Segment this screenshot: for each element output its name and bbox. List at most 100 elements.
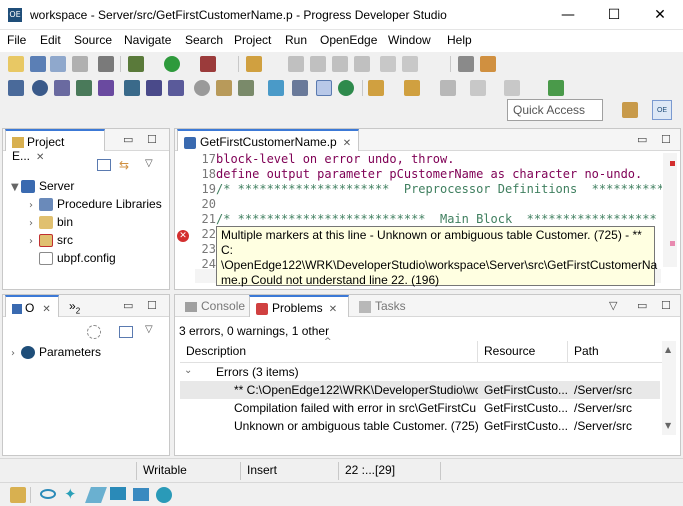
quick-access-input[interactable]: Quick Access bbox=[507, 99, 603, 121]
collapse-all-icon[interactable] bbox=[119, 326, 133, 338]
disconnect-icon[interactable] bbox=[380, 56, 396, 72]
link-icon[interactable] bbox=[316, 80, 332, 96]
expand-icon[interactable]: › bbox=[29, 236, 39, 247]
minimize-view-icon[interactable]: ▭ bbox=[637, 133, 647, 146]
code-line[interactable]: /* ************************** Main Block… bbox=[216, 212, 662, 226]
view-menu-icon[interactable]: ▽ bbox=[145, 324, 153, 335]
filter-icon[interactable] bbox=[87, 325, 101, 339]
tab-problems[interactable]: Problems ✕ bbox=[249, 295, 349, 317]
view-menu-icon[interactable]: ▽ bbox=[145, 158, 153, 169]
tree-item-ubpf-config[interactable]: ubpf.config bbox=[29, 251, 116, 266]
monitor-icon[interactable] bbox=[110, 487, 126, 500]
next-annotation-icon[interactable] bbox=[368, 80, 384, 96]
close-icon[interactable]: ✕ bbox=[329, 304, 337, 315]
menu-file[interactable]: File bbox=[7, 33, 26, 47]
collapse-icon[interactable]: ⌄ bbox=[184, 365, 192, 376]
minimize-view-icon[interactable]: ▭ bbox=[637, 299, 647, 312]
db-navigator-icon[interactable] bbox=[216, 80, 232, 96]
maximize-view-icon[interactable]: ☐ bbox=[661, 133, 671, 146]
print-icon[interactable] bbox=[72, 56, 88, 72]
link-editor-icon[interactable]: ⇆ bbox=[119, 158, 129, 172]
debug-icon[interactable] bbox=[128, 56, 144, 72]
menu-navigate[interactable]: Navigate bbox=[124, 33, 171, 47]
properties-icon[interactable] bbox=[98, 56, 114, 72]
xref-icon[interactable] bbox=[98, 80, 114, 96]
save-icon[interactable] bbox=[30, 56, 46, 72]
tab-outline[interactable]: O ✕ bbox=[5, 295, 59, 317]
maximize-button[interactable]: ☐ bbox=[591, 0, 637, 30]
view-menu-icon[interactable]: ▽ bbox=[609, 299, 617, 312]
expand-icon[interactable]: › bbox=[11, 348, 21, 359]
stop-icon[interactable] bbox=[288, 56, 304, 72]
syntax-icon[interactable] bbox=[124, 80, 140, 96]
tree-item-bin[interactable]: › bin bbox=[29, 215, 73, 230]
minimize-view-icon[interactable]: ▭ bbox=[123, 299, 133, 312]
back-icon[interactable] bbox=[470, 80, 486, 96]
table-row[interactable]: ✕ Unknown or ambiguous table Customer. (… bbox=[180, 417, 660, 435]
close-icon[interactable]: ✕ bbox=[343, 138, 351, 149]
web-icon[interactable] bbox=[338, 80, 354, 96]
code-line[interactable]: define output parameter pCustomerName as… bbox=[216, 167, 662, 181]
pin-editor-icon[interactable] bbox=[548, 80, 564, 96]
compile-icon[interactable] bbox=[146, 80, 162, 96]
wand-icon[interactable] bbox=[246, 56, 262, 72]
openedge-perspective-icon[interactable]: OE bbox=[652, 100, 672, 120]
open-perspective-icon[interactable] bbox=[622, 102, 638, 118]
dict-icon[interactable] bbox=[238, 80, 254, 96]
prev-annotation-icon[interactable] bbox=[404, 80, 420, 96]
pencil-icon[interactable] bbox=[85, 487, 107, 503]
step-over-icon[interactable] bbox=[332, 56, 348, 72]
table-row[interactable]: ✕ ** C:\OpenEdge122\WRK\DeveloperStudio\… bbox=[180, 381, 660, 399]
maximize-view-icon[interactable]: ☐ bbox=[147, 299, 157, 312]
step-return-icon[interactable] bbox=[354, 56, 370, 72]
table-scrollbar[interactable]: ▲ ▼ bbox=[662, 341, 676, 435]
database-icon[interactable] bbox=[268, 80, 284, 96]
menu-run[interactable]: Run bbox=[285, 33, 307, 47]
new-icon[interactable] bbox=[8, 56, 24, 72]
step-icon[interactable] bbox=[310, 56, 326, 72]
tab-console[interactable]: Console bbox=[179, 295, 251, 317]
table-row[interactable]: ✕ Compilation failed with error in src\G… bbox=[180, 399, 660, 417]
tree-item-procedure-libraries[interactable]: › Procedure Libraries bbox=[29, 197, 162, 212]
run-icon[interactable] bbox=[164, 56, 180, 72]
eye-icon[interactable] bbox=[40, 489, 56, 499]
last-edit-icon[interactable] bbox=[440, 80, 456, 96]
problems-group-errors[interactable]: ⌄ ✕ Errors (3 items) bbox=[180, 363, 660, 381]
error-overview-marker[interactable] bbox=[670, 161, 675, 166]
tab-tasks[interactable]: Tasks bbox=[353, 295, 412, 317]
grid-icon[interactable] bbox=[8, 80, 24, 96]
minimize-view-icon[interactable]: ▭ bbox=[123, 133, 133, 146]
close-button[interactable]: ✕ bbox=[637, 0, 683, 30]
search-icon[interactable] bbox=[194, 80, 210, 96]
restore-icon[interactable] bbox=[10, 487, 26, 503]
menu-edit[interactable]: Edit bbox=[40, 33, 61, 47]
info-icon[interactable] bbox=[32, 80, 48, 96]
save-all-icon[interactable] bbox=[50, 56, 66, 72]
preview-icon[interactable] bbox=[168, 80, 184, 96]
close-icon[interactable]: ✕ bbox=[42, 304, 50, 315]
warning-overview-marker[interactable] bbox=[670, 241, 675, 246]
close-icon[interactable]: ✕ bbox=[36, 152, 44, 163]
external-tools-icon[interactable] bbox=[200, 56, 216, 72]
browse-icon[interactable] bbox=[54, 80, 70, 96]
tree-item-server[interactable]: ▼ Server bbox=[11, 179, 74, 194]
menu-search[interactable]: Search bbox=[185, 33, 223, 47]
menu-window[interactable]: Window bbox=[388, 33, 431, 47]
column-header-path[interactable]: Path bbox=[568, 341, 660, 363]
tree-item-src[interactable]: › src bbox=[29, 233, 73, 248]
maximize-view-icon[interactable]: ☐ bbox=[661, 299, 671, 312]
menu-openedge[interactable]: OpenEdge bbox=[320, 33, 377, 47]
drop-frame-icon[interactable] bbox=[402, 56, 418, 72]
column-header-resource[interactable]: Resource bbox=[478, 341, 568, 363]
forward-icon[interactable] bbox=[504, 80, 520, 96]
minimize-button[interactable]: — bbox=[545, 0, 591, 30]
expand-icon[interactable]: ▼ bbox=[11, 182, 21, 193]
maximize-view-icon[interactable]: ☐ bbox=[147, 133, 157, 146]
code-line[interactable]: block-level on error undo, throw. bbox=[216, 152, 662, 166]
builder-icon[interactable] bbox=[76, 80, 92, 96]
menu-project[interactable]: Project bbox=[234, 33, 271, 47]
code-line[interactable]: /* ********************* Preprocessor De… bbox=[216, 182, 662, 196]
tab-overflow[interactable]: »2 bbox=[63, 295, 86, 317]
quick-fix-icon[interactable] bbox=[480, 56, 496, 72]
toggle-mark-icon[interactable] bbox=[458, 56, 474, 72]
